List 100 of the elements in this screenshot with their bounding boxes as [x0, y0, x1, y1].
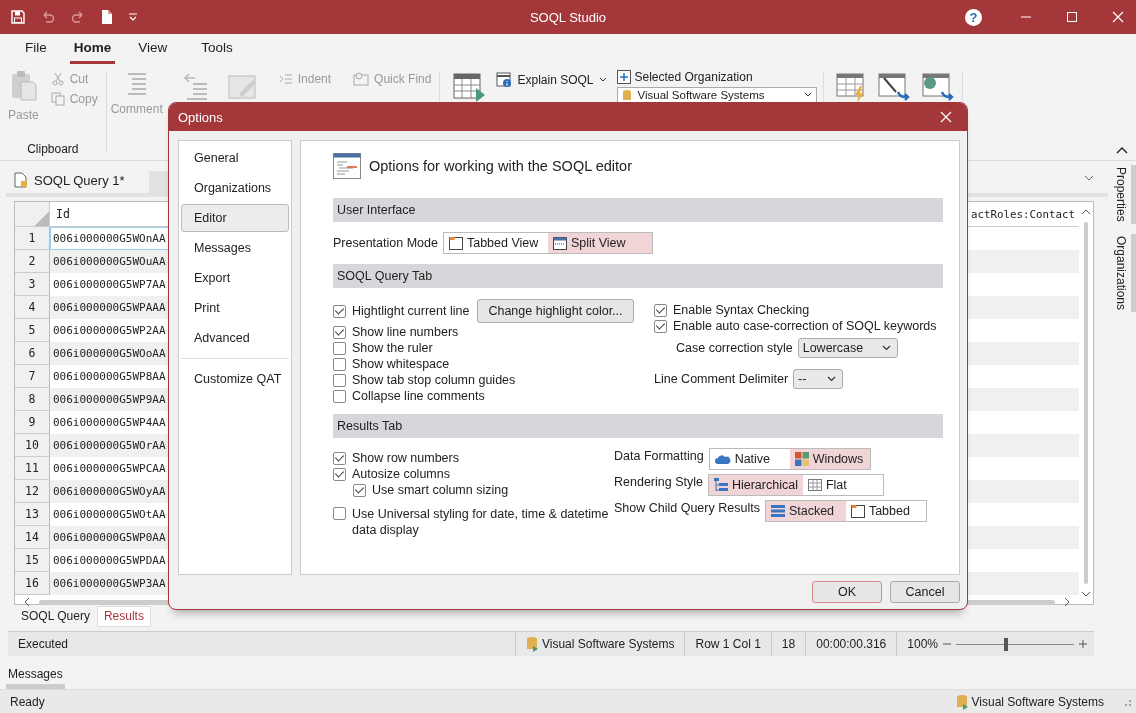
menu-tab[interactable]: View [127, 40, 179, 64]
copy-icon [50, 92, 65, 106]
checkbox[interactable] [333, 389, 346, 403]
table-icon [807, 479, 822, 491]
scroll-down-icon[interactable] [1081, 590, 1091, 598]
row-number: 1 [15, 227, 50, 250]
checkbox[interactable] [654, 319, 667, 333]
checkbox-label[interactable]: Show line numbers [352, 325, 459, 339]
checkbox-label[interactable]: Show whitespace [352, 357, 450, 371]
checkbox[interactable] [333, 304, 346, 318]
checkbox[interactable] [333, 341, 346, 355]
row-number: 14 [15, 526, 50, 549]
stacked-bars-icon [770, 505, 785, 517]
table-cell-text: 006i000000G5WPAAA [52, 300, 167, 316]
side-panel-tab[interactable]: Organizations [1108, 233, 1136, 312]
document-tab[interactable]: SOQL Query 1* [6, 172, 135, 193]
cancel-button[interactable]: Cancel [890, 581, 960, 603]
scroll-right-icon[interactable] [1063, 597, 1071, 607]
bottom-tab[interactable]: SOQL Query [14, 606, 97, 627]
close-icon[interactable] [940, 111, 952, 123]
cloud-icon [714, 453, 731, 465]
maximize-icon[interactable] [1066, 11, 1078, 23]
save-icon[interactable] [10, 9, 26, 25]
customize-caret-icon[interactable] [128, 12, 138, 22]
explain-soql-button[interactable]: Explain SOQL [494, 70, 609, 90]
organization-dropdown[interactable]: Visual Software Systems [616, 87, 817, 103]
table-cell-text: 006i000000G5WOyAA [52, 484, 167, 500]
vertical-scrollbar[interactable] [1084, 222, 1088, 584]
section-header: Results Tab [333, 414, 943, 438]
checkbox[interactable] [333, 467, 346, 481]
checkbox[interactable] [654, 303, 667, 317]
row-number: 9 [15, 411, 50, 434]
nav-item[interactable]: Customize QAT [181, 365, 289, 393]
checkbox[interactable] [333, 373, 346, 387]
checkbox-label[interactable]: Enable auto case-correction of SOQL keywords [673, 319, 937, 333]
checkbox[interactable] [353, 483, 366, 497]
scroll-up-icon[interactable] [1081, 208, 1091, 216]
zoom-in-icon[interactable] [1078, 639, 1088, 649]
checkbox-label[interactable]: Show tab stop column guides [352, 373, 516, 387]
column-header[interactable]: Id [50, 207, 70, 221]
segment-option[interactable]: Windows [789, 449, 870, 469]
checkbox-label[interactable]: Use Universal styling for date, time & datetime data display [352, 506, 614, 538]
nav-item[interactable]: Print [181, 294, 289, 322]
nav-item[interactable]: Organizations [181, 174, 289, 202]
zoom-level: 100% [896, 632, 942, 656]
nav-item[interactable]: General [181, 144, 289, 172]
nav-item[interactable]: Export [181, 264, 289, 292]
close-icon[interactable] [1112, 11, 1124, 23]
ok-button[interactable]: OK [812, 581, 882, 603]
case-style-dropdown[interactable]: Lowercase [797, 338, 898, 358]
tiles-icon [794, 452, 809, 466]
comment-delimiter-dropdown[interactable]: -- [793, 369, 844, 389]
checkbox[interactable] [333, 325, 346, 339]
column-header[interactable]: actRoles:Contact [965, 207, 1079, 221]
execute-grid-icon[interactable] [452, 72, 487, 104]
table-cell-text: 006i000000G5WP4AA [52, 415, 167, 431]
nav-item[interactable]: Advanced [181, 324, 289, 352]
side-panel-tab[interactable]: Properties [1108, 165, 1136, 224]
segment-option[interactable]: Split View [547, 233, 652, 253]
menu-tab[interactable]: Tools [190, 40, 244, 64]
table-cell-text: 006i000000G5WP0AA [52, 530, 167, 546]
status-organization: Visual Software Systems [955, 693, 1104, 710]
checkbox-label[interactable]: Enable Syntax Checking [673, 303, 810, 317]
section-header: SOQL Query Tab [333, 264, 943, 288]
table-cell-text: 006i000000G5WPDAA [52, 553, 167, 569]
segment-option[interactable]: Hierarchical [708, 475, 803, 495]
nav-item[interactable]: Editor [181, 204, 289, 232]
scissors-icon [50, 72, 65, 86]
bottom-tab[interactable]: Results [96, 606, 151, 627]
table-cell-text: 006i000000G5WP2AA [52, 323, 167, 339]
checkbox-label[interactable]: Show the ruler [352, 341, 433, 355]
collapse-ribbon-icon[interactable] [1116, 146, 1128, 154]
checkbox[interactable] [333, 357, 346, 371]
row-number: 2 [15, 250, 50, 273]
new-document-icon[interactable] [100, 9, 114, 25]
checkbox-label[interactable]: Hightlight current line [352, 304, 470, 318]
checkbox-label[interactable]: Show row numbers [352, 451, 459, 465]
menu-tab[interactable]: File [14, 40, 58, 64]
help-button[interactable]: ? [965, 8, 982, 26]
database-icon [955, 693, 968, 710]
selected-organization-label: Selected Organization [616, 70, 817, 84]
status-position: Row 1 Col 1 [684, 632, 771, 656]
row-number: 10 [15, 434, 50, 457]
table-cell-text: 006i000000G5WP8AA [52, 369, 167, 385]
checkbox-label[interactable]: Use smart column sizing [372, 483, 509, 497]
checkbox-label[interactable]: Collapse line comments [352, 389, 485, 403]
segment-option[interactable]: Stacked [765, 501, 846, 521]
nav-item[interactable]: Messages [181, 234, 289, 262]
scroll-left-icon[interactable] [23, 597, 31, 607]
row-number: 8 [15, 388, 50, 411]
change-highlight-color-button[interactable]: Change highlight color... [477, 299, 634, 323]
zoom-slider-thumb[interactable] [1003, 637, 1008, 651]
status-count: 18 [770, 632, 806, 656]
menu-tab[interactable]: Home [69, 40, 116, 64]
checkbox[interactable] [333, 507, 346, 520]
row-number: 3 [15, 273, 50, 296]
tab-list-caret-icon[interactable] [1084, 175, 1094, 182]
table-cell-text: 006i000000G5WOoAA [52, 346, 167, 362]
checkbox[interactable] [333, 451, 346, 465]
checkbox-label[interactable]: Autosize columns [352, 467, 450, 481]
